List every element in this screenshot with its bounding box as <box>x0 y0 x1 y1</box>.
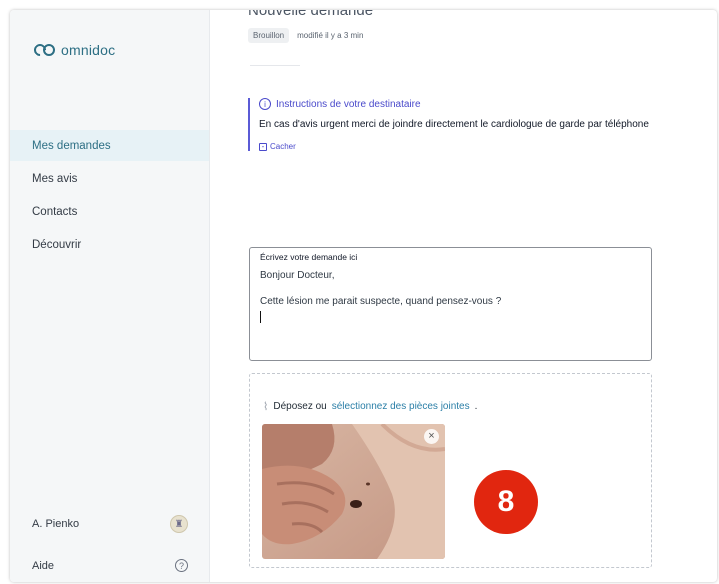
status-row: Brouillon modifié il y a 3 min <box>248 28 363 43</box>
sidebar-item-contacts[interactable]: Contacts <box>10 196 209 227</box>
attachments-dropzone[interactable]: ⌇ Déposez ou sélectionnez des pièces joi… <box>249 373 652 568</box>
recipient-instructions: i Instructions de votre destinataire En … <box>248 98 668 151</box>
request-editor[interactable]: Écrivez votre demande ici Bonjour Docteu… <box>249 247 652 361</box>
remove-attachment-button[interactable]: × <box>424 429 439 444</box>
paperclip-icon: ⌇ <box>263 401 269 413</box>
instructions-title: Instructions de votre destinataire <box>276 98 421 110</box>
omnidoc-logo-icon <box>31 41 56 59</box>
editor-line: Cette lésion me parait suspecte, quand p… <box>260 296 502 307</box>
sidebar: omnidoc Mes demandes Mes avis Contacts D… <box>10 10 210 582</box>
lesion-mark <box>350 500 362 508</box>
user-menu[interactable]: A. Pienko ♜ <box>32 515 188 533</box>
help-link[interactable]: Aide ? <box>32 559 188 572</box>
sidebar-nav: Mes demandes Mes avis Contacts Découvrir <box>10 130 209 262</box>
step-number-badge: 8 <box>474 470 538 534</box>
sidebar-item-mes-avis[interactable]: Mes avis <box>10 163 209 194</box>
user-name: A. Pienko <box>32 518 80 530</box>
attachment-thumbnail[interactable]: × <box>262 424 445 559</box>
help-circle-icon[interactable]: ? <box>175 559 188 572</box>
sidebar-item-mes-demandes[interactable]: Mes demandes <box>10 130 209 161</box>
status-badge: Brouillon <box>248 28 290 43</box>
hide-instructions-link[interactable]: - Cacher <box>259 142 668 151</box>
sidebar-item-decouvrir[interactable]: Découvrir <box>10 229 209 260</box>
hide-label: Cacher <box>270 142 296 151</box>
main-content: Nouvelle demande Brouillon modifié il y … <box>210 10 717 582</box>
dropzone-text: ⌇ Déposez ou sélectionnez des pièces joi… <box>263 400 477 413</box>
info-icon: i <box>259 98 271 110</box>
logo-text: omnidoc <box>61 42 116 58</box>
instructions-body: En cas d'avis urgent merci de joindre di… <box>259 119 649 130</box>
drop-prefix: Déposez ou <box>273 401 327 412</box>
avatar[interactable]: ♜ <box>170 515 188 533</box>
app-window: omnidoc Mes demandes Mes avis Contacts D… <box>10 10 717 582</box>
collapse-icon: - <box>259 142 267 151</box>
text-caret <box>260 311 261 323</box>
editor-text[interactable]: Bonjour Docteur, Cette lésion me parait … <box>260 269 641 323</box>
logo[interactable]: omnidoc <box>31 41 116 59</box>
drop-suffix: . <box>474 401 478 412</box>
help-label: Aide <box>32 559 55 572</box>
instructions-header: i Instructions de votre destinataire <box>259 98 668 110</box>
select-attachments-text: sélectionnez des pièces jointes <box>331 401 470 412</box>
skin-lesion-photo <box>262 424 445 559</box>
divider <box>250 65 300 66</box>
editor-line: Bonjour Docteur, <box>260 270 335 281</box>
page-title: Nouvelle demande <box>248 10 374 19</box>
editor-label: Écrivez votre demande ici <box>260 252 358 262</box>
modified-timestamp: modifié il y a 3 min <box>297 31 364 40</box>
select-attachments-link[interactable]: sélectionnez des pièces jointes <box>332 401 470 412</box>
